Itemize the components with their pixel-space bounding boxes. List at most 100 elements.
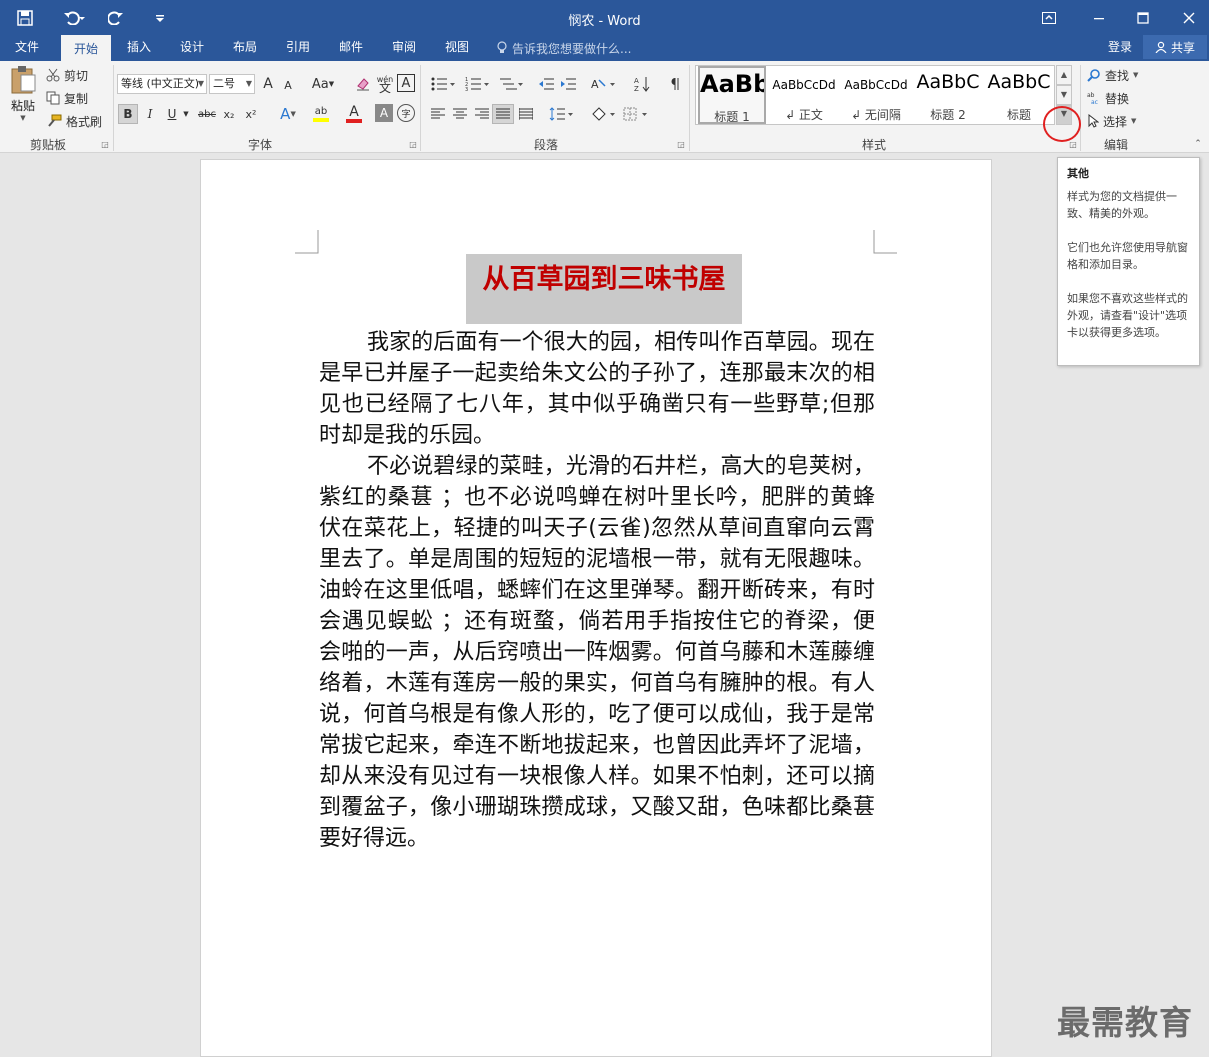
tab-insert[interactable]: 插入 [117, 35, 161, 61]
replace-icon: abac [1087, 92, 1098, 105]
collapse-ribbon-icon[interactable]: ⌃ [1192, 139, 1204, 149]
tab-file[interactable]: 文件 [0, 35, 54, 61]
document-paragraph[interactable]: 不必说碧绿的菜畦，光滑的石井栏，高大的皂荚树，紫红的桑葚 ；也不必说鸣蝉在树叶里… [319, 451, 875, 854]
tooltip-line: 样式为您的文档提供一致、精美的外观。 [1067, 190, 1177, 220]
increase-indent-icon[interactable] [558, 74, 578, 94]
align-left-icon[interactable] [428, 104, 448, 124]
chevron-down-icon: ▼ [245, 79, 252, 88]
shrink-font-icon[interactable]: A [279, 76, 297, 94]
enclose-characters-icon[interactable]: 字 [397, 104, 415, 122]
highlight-swatch [313, 118, 329, 122]
font-size-select[interactable]: 二号 ▼ [209, 74, 255, 94]
style-heading-2[interactable]: AaBbC 标题 2 [912, 66, 984, 124]
cut-button[interactable]: 剪切 [46, 66, 88, 84]
style-no-spacing[interactable]: AaBbCcDd ↲ 无间隔 [840, 66, 912, 124]
style-title[interactable]: AaBbC 标题 [984, 66, 1054, 124]
document-paragraph[interactable]: 我家的后面有一个很大的园，相传叫作百草园。现在是早已并屋子一起卖给朱文公的子孙了… [319, 327, 875, 451]
style-name: ↲ 无间隔 [851, 108, 901, 122]
tab-design[interactable]: 设计 [170, 35, 214, 61]
chevron-down-icon[interactable]: ▼ [181, 104, 191, 124]
svg-text:A: A [591, 78, 599, 91]
distributed-icon[interactable] [516, 104, 536, 124]
style-preview: AaBb [700, 70, 764, 98]
chevron-down-icon: ▼ [1131, 117, 1137, 125]
align-right-icon[interactable] [472, 104, 492, 124]
chinese-layout-button[interactable]: A [588, 74, 618, 94]
style-normal[interactable]: AaBbCcDd ↲ 正文 [768, 66, 840, 124]
grow-font-icon[interactable]: A [259, 74, 277, 94]
tab-layout[interactable]: 布局 [223, 35, 267, 61]
style-heading-1[interactable]: AaBb 标题 1 [698, 66, 766, 124]
document-title[interactable]: 从百草园到三味书屋 [466, 254, 742, 324]
align-center-icon[interactable] [450, 104, 470, 124]
tab-view[interactable]: 视图 [435, 35, 479, 61]
minimize-icon[interactable] [1080, 0, 1118, 35]
change-case-button[interactable]: Aa ▼ [308, 74, 338, 94]
phonetic-guide-icon[interactable]: wén 文 [375, 72, 395, 96]
svg-text:Z: Z [634, 85, 639, 92]
maximize-icon[interactable] [1124, 0, 1162, 35]
select-button[interactable]: 选择 ▼ [1087, 112, 1136, 130]
clear-formatting-icon[interactable] [353, 74, 373, 94]
highlight-color-button[interactable]: ab [305, 104, 337, 124]
style-name: 标题 2 [930, 108, 966, 122]
tab-references[interactable]: 引用 [276, 35, 320, 61]
chevron-down-icon: ▼ [290, 110, 296, 118]
style-preview: AaBbC [916, 71, 980, 93]
tab-mailings[interactable]: 邮件 [329, 35, 373, 61]
bullets-button[interactable] [428, 74, 458, 94]
justify-icon[interactable] [492, 104, 514, 124]
character-shading-icon[interactable]: A [375, 104, 393, 122]
person-icon [1155, 41, 1167, 53]
scissors-icon [46, 68, 60, 82]
font-size-value: 二号 [213, 77, 235, 90]
character-border-icon[interactable]: A [397, 74, 415, 92]
show-formatting-marks-icon[interactable] [666, 74, 684, 94]
subscript-button[interactable]: x₂ [220, 104, 238, 124]
line-spacing-button[interactable] [546, 104, 576, 124]
font-color-swatch [346, 119, 362, 123]
decrease-indent-icon[interactable] [536, 74, 556, 94]
group-divider [113, 65, 114, 151]
chevron-down-icon: ▼ [1133, 71, 1139, 79]
paragraph-launcher-icon[interactable]: ◲ [676, 139, 686, 149]
replace-button[interactable]: ab ac 替换 [1087, 89, 1129, 107]
clipboard-paste-icon [11, 66, 36, 94]
format-painter-button[interactable]: 格式刷 [46, 112, 102, 130]
strikethrough-button[interactable]: abc [196, 104, 218, 124]
copy-button[interactable]: 复制 [46, 89, 88, 107]
paragraph-shading-button[interactable] [588, 104, 618, 124]
clipboard-launcher-icon[interactable]: ◲ [100, 139, 110, 149]
font-color-button[interactable]: A [339, 104, 369, 124]
numbering-button[interactable]: 123 [462, 74, 492, 94]
italic-button[interactable]: I [141, 104, 159, 124]
close-icon[interactable] [1170, 0, 1208, 35]
signin-link[interactable]: 登录 [1100, 35, 1140, 61]
tab-review[interactable]: 审阅 [382, 35, 426, 61]
underline-button[interactable]: U [163, 104, 181, 124]
share-label: 共享 [1170, 40, 1195, 55]
sort-icon[interactable]: AZ [632, 74, 652, 94]
font-name-select[interactable]: 等线 (中文正文) ▼ [117, 74, 207, 94]
bold-button[interactable]: B [118, 104, 138, 124]
clipboard-group-label: 剪贴板 [29, 138, 66, 152]
styles-more-tooltip: 其他 样式为您的文档提供一致、精美的外观。 它们也允许您使用导航窗格和添加目录。… [1057, 157, 1200, 366]
font-launcher-icon[interactable]: ◲ [408, 139, 418, 149]
find-label: 查找 [1105, 68, 1130, 83]
share-button[interactable]: 共享 [1143, 35, 1207, 59]
borders-button[interactable] [620, 104, 650, 124]
ribbon-display-options-icon[interactable] [1034, 0, 1064, 35]
multilevel-list-icon [500, 78, 523, 90]
paste-button[interactable]: 粘贴 ▼ [6, 65, 40, 129]
superscript-button[interactable]: x² [242, 104, 260, 124]
find-button[interactable]: 查找 ▼ [1087, 66, 1138, 84]
text-effects-button[interactable]: A ▼ [274, 104, 302, 124]
svg-text:A: A [634, 77, 639, 85]
gallery-scroll-up-icon[interactable]: ▲ [1056, 65, 1072, 85]
phonetic-guide-char: 文 [378, 81, 391, 95]
gallery-scroll-down-icon[interactable]: ▼ [1056, 85, 1072, 105]
multilevel-list-button[interactable] [496, 74, 526, 94]
chinese-layout-icon: A [591, 78, 615, 91]
tell-me-box[interactable]: 告诉我您想要做什么... [496, 35, 631, 61]
tab-home[interactable]: 开始 [61, 35, 111, 61]
